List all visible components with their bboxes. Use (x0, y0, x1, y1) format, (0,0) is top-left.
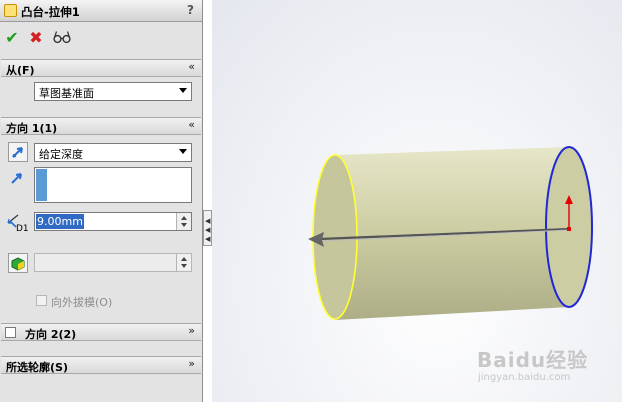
extrude-preview-model[interactable] (212, 0, 622, 402)
expand-chevron-icon[interactable]: » (188, 357, 195, 370)
draft-toggle-icon[interactable] (8, 253, 28, 273)
reverse-direction-icon[interactable] (8, 142, 28, 162)
draft-outward-checkbox[interactable] (36, 295, 47, 306)
glasses-icon[interactable] (52, 26, 72, 48)
watermark-brand: Baidu经验 (477, 348, 589, 372)
collapse-chevron-icon[interactable]: « (188, 60, 195, 73)
collapse-chevron-icon[interactable]: « (188, 118, 195, 131)
watermark-logo: Baidu经验 (477, 344, 588, 373)
from-section-label: 从(F) (6, 64, 35, 77)
direction2-section-label: 方向 2(2) (25, 328, 77, 341)
action-bar: ✔ ✖ (0, 24, 202, 52)
end-condition-value: 给定深度 (39, 148, 83, 161)
direction1-section-label: 方向 1(1) (6, 122, 58, 135)
depth-dimension-label: D1 (16, 224, 29, 234)
watermark-url: jingyan.baidu.com (478, 372, 571, 383)
direction-reference-list[interactable] (34, 167, 192, 203)
depth-value: 9.00mm (36, 214, 84, 229)
direction2-section-header[interactable]: 方向 2(2) » (1, 323, 201, 341)
direction1-section-header[interactable]: 方向 1(1) « (1, 117, 201, 135)
contours-section-header[interactable]: 所选轮廓(S) » (1, 356, 201, 374)
dropdown-arrow-icon (179, 88, 187, 93)
dropdown-arrow-icon (179, 149, 187, 154)
contours-section-label: 所选轮廓(S) (6, 361, 68, 374)
help-button[interactable]: ? (187, 3, 194, 17)
panel-title: 凸台-拉伸1 (21, 5, 80, 19)
direction-vector-icon (9, 170, 25, 189)
direction2-checkbox[interactable] (5, 327, 16, 338)
panel-collapse-handle[interactable]: ◀ ◀ ◀ (203, 210, 212, 246)
origin-point (567, 227, 571, 231)
depth-input[interactable]: 9.00mm (34, 212, 192, 231)
property-manager-panel: 凸台-拉伸1 ? ✔ ✖ 从(F) « 草图基准面 方向 1(1) « 给定深度… (0, 0, 203, 402)
check-icon[interactable]: ✔ (2, 26, 22, 48)
draft-angle-input (34, 253, 192, 272)
from-section-header[interactable]: 从(F) « (1, 59, 201, 77)
graphics-viewport[interactable] (212, 0, 622, 402)
panel-title-bar: 凸台-拉伸1 ? (0, 0, 202, 22)
expand-chevron-icon[interactable]: » (188, 324, 195, 337)
draft-angle-spinner (176, 254, 191, 271)
list-selection-highlight (36, 169, 47, 201)
draft-outward-label: 向外拔模(O) (51, 296, 113, 309)
depth-spinner[interactable] (176, 213, 191, 230)
extrude-feature-icon (4, 4, 17, 17)
from-condition-dropdown[interactable]: 草图基准面 (34, 82, 192, 101)
end-condition-dropdown[interactable]: 给定深度 (34, 143, 192, 162)
from-condition-value: 草图基准面 (39, 87, 94, 100)
x-icon[interactable]: ✖ (26, 26, 46, 48)
